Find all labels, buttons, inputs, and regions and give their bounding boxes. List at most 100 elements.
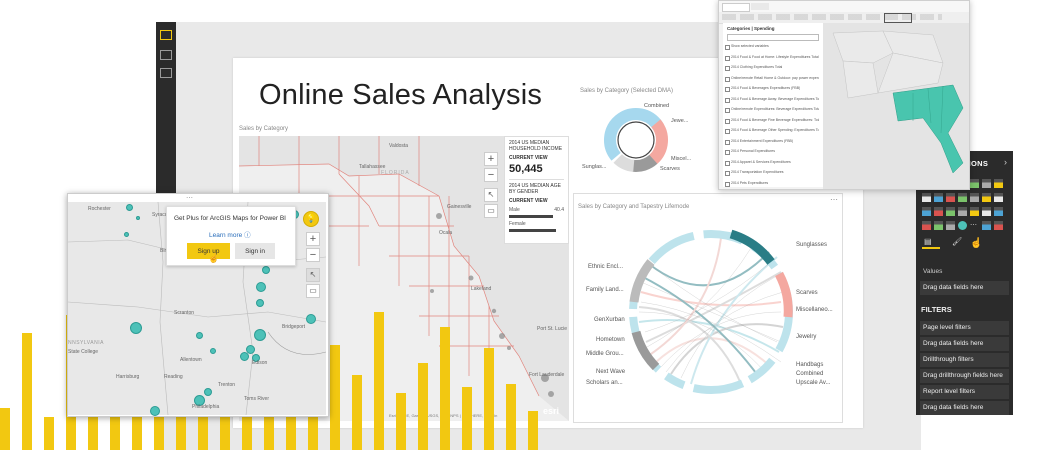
visual-type-icon[interactable] bbox=[994, 221, 1003, 230]
chord-chart-visual[interactable]: Sales by Category and Tapestry Lifemode … bbox=[573, 193, 843, 423]
visual-type-icon[interactable] bbox=[994, 207, 1003, 216]
chord-right-label: Handbags bbox=[796, 362, 824, 368]
list-item-label: 2014 Pets Expenditures bbox=[731, 180, 769, 185]
learn-more-link[interactable]: Learn more ⓘ bbox=[209, 229, 251, 239]
search-box bbox=[727, 34, 819, 41]
fields-tab-icon[interactable]: ▤ bbox=[924, 237, 932, 246]
visual-type-icon[interactable] bbox=[922, 193, 931, 202]
select-tool-icon[interactable]: ↖ bbox=[306, 268, 320, 282]
variables-list-panel: Categories | Spending Show selected vari… bbox=[723, 23, 824, 187]
visualizations-pane: VISUALIZATIONS › ⋯ ▤ 🖌 Values Drag data … bbox=[916, 151, 1013, 415]
visual-type-icon[interactable] bbox=[982, 193, 991, 202]
list-item: 2014 Food & Beverage Fine Beverage Expen… bbox=[723, 117, 821, 126]
hand-cursor-icon: ☝ bbox=[970, 238, 983, 249]
lightbulb-icon[interactable]: 💡 bbox=[303, 211, 319, 227]
household-income-label: 2014 US MEDIAN HOUSEHOLD INCOME bbox=[509, 140, 563, 152]
format-paintbrush-icon[interactable]: 🖌 bbox=[952, 237, 962, 246]
visual-type-icon[interactable] bbox=[958, 221, 967, 230]
us-map-preview bbox=[823, 23, 969, 189]
values-drop-zone[interactable]: Drag data fields here bbox=[920, 281, 1009, 295]
visual-type-icon[interactable] bbox=[970, 193, 979, 202]
us-map-graphic bbox=[823, 23, 969, 189]
visual-type-icon[interactable] bbox=[946, 193, 955, 202]
checkbox bbox=[725, 108, 730, 113]
male-bar bbox=[509, 215, 553, 218]
visual-type-icon[interactable] bbox=[958, 193, 967, 202]
drillthrough-filters-label: Drillthrough filters bbox=[920, 353, 1009, 367]
list-item-label: 2014 Transportation Expenditures bbox=[731, 170, 784, 174]
esri-logo: esri bbox=[543, 406, 560, 416]
donut-chart[interactable] bbox=[598, 104, 708, 184]
list-item-label: 2014 Food & Beverages Expenditures (FBB) bbox=[731, 86, 801, 90]
report-view-icon[interactable] bbox=[160, 30, 172, 40]
arc-zoom-controls: + − ↖ ▭ bbox=[306, 232, 320, 298]
more-visuals-icon[interactable]: ⋯ bbox=[970, 221, 979, 230]
visual-type-icon[interactable] bbox=[922, 207, 931, 216]
report-filters-drop-zone[interactable]: Drag data fields here bbox=[920, 401, 1009, 415]
list-item: 2014 Food & Beverages Expenditures (FBB) bbox=[723, 85, 821, 94]
zoom-out-button[interactable]: − bbox=[306, 248, 320, 262]
lasso-tool-icon[interactable]: ▭ bbox=[484, 204, 498, 218]
hand-cursor-icon: ☝ bbox=[208, 253, 220, 263]
place-label: Philadelphia bbox=[192, 404, 220, 410]
chord-right-label: Combined bbox=[796, 371, 824, 377]
place-label: Bridgeport bbox=[282, 324, 306, 330]
visual-type-icon[interactable] bbox=[982, 207, 991, 216]
zoom-in-button[interactable]: + bbox=[306, 232, 320, 246]
list-item: Online/remote Retail Home & Outdoor: pay… bbox=[723, 75, 821, 84]
male-label: Male bbox=[509, 207, 520, 213]
yellow-bar bbox=[528, 411, 538, 450]
visual-type-icon[interactable] bbox=[994, 193, 1003, 202]
visual-type-icon[interactable] bbox=[982, 221, 991, 230]
place-label: Gainesville bbox=[447, 204, 472, 210]
list-item-label: 2014 Entertainment Expenditures (FBB) bbox=[731, 138, 794, 143]
place-label: Rochester bbox=[88, 206, 111, 212]
visual-type-icon[interactable] bbox=[946, 221, 955, 230]
visual-type-icon[interactable] bbox=[934, 193, 943, 202]
zoom-out-button[interactable]: − bbox=[484, 168, 498, 182]
chord-left-label: Scholars an... bbox=[586, 380, 623, 386]
visual-type-icon[interactable] bbox=[922, 221, 931, 230]
page-filters-drop-zone[interactable]: Drag data fields here bbox=[920, 337, 1009, 351]
chord-left-label: Family Land... bbox=[586, 287, 624, 293]
checkbox bbox=[725, 160, 730, 166]
drag-handle-icon[interactable]: ⋯ bbox=[186, 194, 193, 202]
lasso-tool-icon[interactable]: ▭ bbox=[306, 284, 320, 298]
zoom-in-button[interactable]: + bbox=[484, 152, 498, 166]
household-income-value: 50,445 bbox=[509, 163, 543, 175]
visual-type-icon[interactable] bbox=[934, 221, 943, 230]
visual-type-icon[interactable] bbox=[934, 207, 943, 216]
place-label: Lakeland bbox=[471, 286, 492, 292]
visual-type-icon[interactable] bbox=[970, 179, 979, 188]
collapse-chevron-icon[interactable]: › bbox=[1004, 157, 1007, 167]
sign-in-button[interactable]: Sign in bbox=[235, 243, 275, 259]
chord-left-label: GenXurban bbox=[594, 317, 625, 323]
yellow-bar bbox=[484, 348, 494, 450]
yellow-bar bbox=[506, 384, 516, 450]
yellow-bar bbox=[396, 393, 406, 450]
list-item-label: 2014 Food & Beverage Away: Beverage Expe… bbox=[731, 96, 819, 101]
yellow-bar bbox=[374, 312, 384, 450]
checkbox bbox=[725, 87, 730, 92]
map-info-panel: 2014 US MEDIAN HOUSEHOLD INCOME CURRENT … bbox=[504, 136, 569, 244]
median-age-label: 2014 US MEDIAN AGE BY GENDER bbox=[509, 179, 564, 195]
list-item: 2014 Transportation Expenditures bbox=[723, 169, 821, 178]
visual-type-icon[interactable] bbox=[970, 207, 979, 216]
values-label: Values bbox=[923, 268, 943, 275]
visual-type-icon[interactable] bbox=[994, 179, 1003, 188]
chord-left-label: Hometown bbox=[596, 337, 625, 343]
chord-right-label: Scarves bbox=[796, 290, 818, 296]
visual-type-icon[interactable] bbox=[958, 207, 967, 216]
checkbox bbox=[725, 129, 730, 134]
drillthrough-drop-zone[interactable]: Drag drillthrough fields here bbox=[920, 369, 1009, 383]
data-view-icon[interactable] bbox=[160, 50, 172, 60]
list-item: 2014 Personal Expenditures bbox=[723, 148, 821, 157]
visual-type-icon[interactable] bbox=[946, 207, 955, 216]
donut-title: Sales by Category (Selected DMA) bbox=[580, 88, 674, 94]
list-item-label: Online/remote Expenditures: Beverage Exp… bbox=[731, 107, 819, 111]
checkbox bbox=[725, 45, 730, 50]
model-view-icon[interactable] bbox=[160, 68, 172, 78]
select-tool-icon[interactable]: ↖ bbox=[484, 188, 498, 202]
donut-label: Jewe... bbox=[671, 118, 689, 124]
visual-type-icon[interactable] bbox=[982, 179, 991, 188]
